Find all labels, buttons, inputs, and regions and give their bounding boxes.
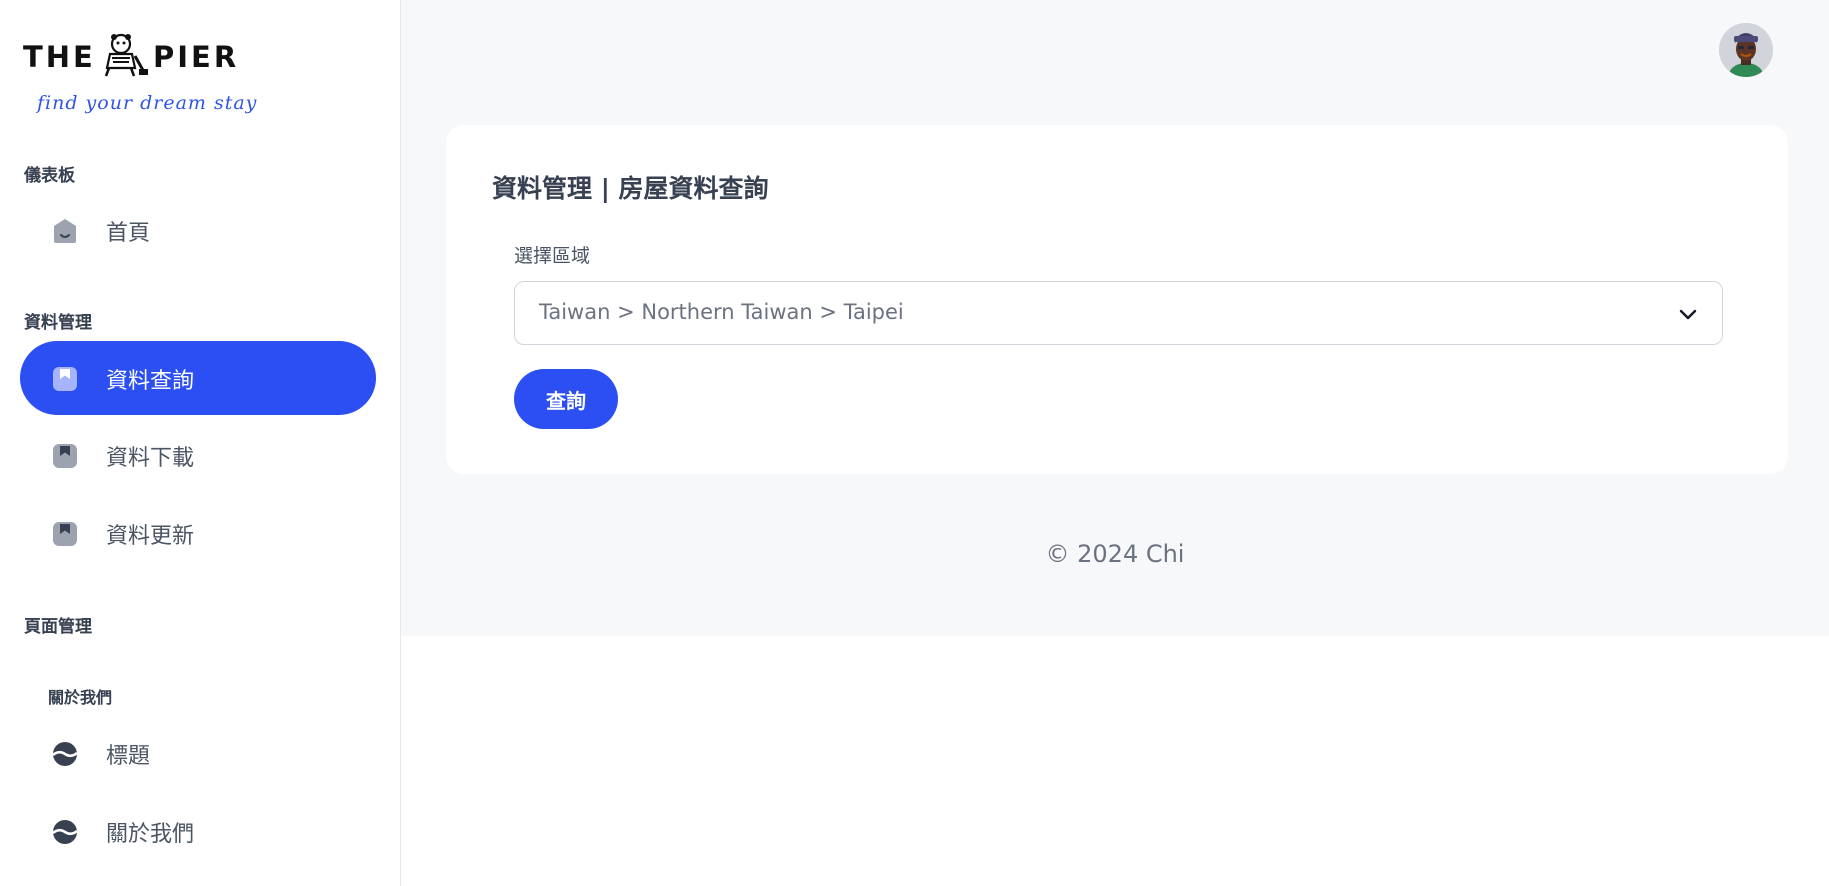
sidebar-item-about-us[interactable]: 關於我們	[20, 794, 376, 868]
sidebar-item-label: 關於我們	[106, 822, 195, 847]
sidebar-item-label: 首頁	[106, 221, 151, 246]
sidebar-item-title[interactable]: 標題	[20, 716, 376, 790]
region-select-value: Taiwan > Northern Taiwan > Taipei	[539, 300, 904, 324]
logo[interactable]: THE PIER find your dream stay	[23, 30, 263, 125]
subsection-label-about: 關於我們	[48, 688, 113, 707]
user-avatar[interactable]	[1719, 23, 1773, 77]
sidebar-item-label: 資料查詢	[106, 369, 195, 394]
logo-tagline: find your dream stay	[37, 92, 258, 114]
footer-copyright: © 2024 Chi	[1045, 540, 1185, 568]
logo-text-the: THE	[23, 40, 96, 74]
planet-icon	[52, 742, 78, 766]
region-select[interactable]: Taiwan > Northern Taiwan > Taipei	[514, 281, 1723, 345]
region-label: 選擇區域	[514, 245, 591, 267]
page-title: 資料管理 | 房屋資料查詢	[492, 174, 769, 203]
section-label-page-management: 頁面管理	[24, 617, 92, 637]
section-label-dashboard: 儀表板	[24, 166, 75, 186]
query-card: 資料管理 | 房屋資料查詢 選擇區域 Taiwan > Northern Tai…	[446, 125, 1788, 474]
home-icon	[54, 219, 76, 243]
sidebar: THE PIER find your dream stay 儀表板 首頁 資料管…	[0, 0, 401, 886]
chevron-down-icon	[1679, 309, 1697, 320]
bookmark-icon	[53, 367, 77, 391]
query-button[interactable]: 查詢	[514, 369, 618, 429]
sidebar-item-label: 資料更新	[106, 524, 195, 549]
sidebar-item-data-download[interactable]: 資料下載	[20, 418, 376, 492]
sidebar-item-label: 資料下載	[106, 446, 195, 471]
planet-icon	[52, 820, 78, 844]
sidebar-item-label: 標題	[106, 744, 151, 769]
avatar-icon	[1719, 23, 1773, 77]
logo-text-pier: PIER	[153, 40, 240, 74]
sidebar-item-home[interactable]: 首頁	[20, 193, 376, 267]
sidebar-item-data-query[interactable]: 資料查詢	[20, 341, 376, 415]
bookmark-icon	[53, 522, 77, 546]
section-label-data-management: 資料管理	[24, 313, 92, 333]
mascot-icon	[104, 33, 148, 77]
sidebar-item-data-update[interactable]: 資料更新	[20, 496, 376, 570]
bookmark-icon	[53, 444, 77, 468]
